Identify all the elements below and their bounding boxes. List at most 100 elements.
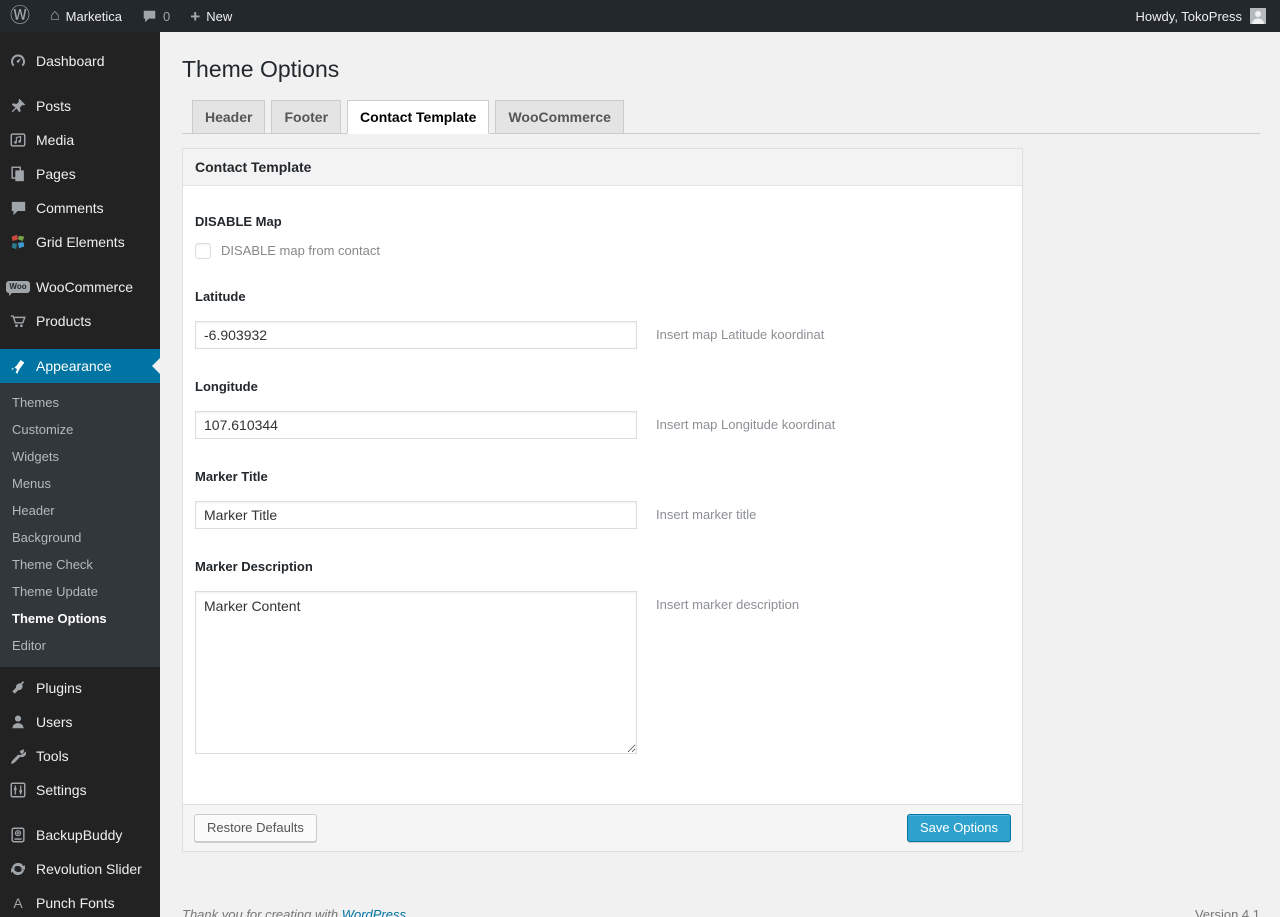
dashboard-icon: [8, 51, 28, 71]
comments-admin-bar-link[interactable]: 0: [132, 0, 180, 32]
cycle-arrows-icon: [8, 859, 28, 879]
sidebar-item-posts[interactable]: Posts: [0, 89, 160, 123]
disable-map-checkbox[interactable]: [195, 242, 211, 259]
submenu-item-customize[interactable]: Customize: [0, 416, 160, 443]
submenu-item-header[interactable]: Header: [0, 497, 160, 524]
sidebar-item-label: Posts: [36, 98, 72, 114]
latitude-label: Latitude: [195, 288, 246, 304]
sidebar-item-label: Settings: [36, 782, 87, 798]
sidebar-item-woocommerce[interactable]: Woo WooCommerce: [0, 270, 160, 304]
restore-defaults-button[interactable]: Restore Defaults: [194, 813, 317, 842]
backupbuddy-icon: [8, 825, 28, 845]
tab-header[interactable]: Header: [192, 99, 266, 134]
admin-sidebar: Dashboard Posts Media Pages Comments Gri…: [0, 32, 160, 917]
marker-description-hint: Insert marker description: [656, 596, 800, 612]
latitude-hint: Insert map Latitude koordinat: [656, 326, 825, 342]
comment-bubble-icon: [142, 10, 157, 23]
submenu-item-themes[interactable]: Themes: [0, 389, 160, 416]
latitude-input[interactable]: [195, 320, 637, 349]
latitude-field: Latitude Insert map Latitude koordinat: [195, 289, 1010, 349]
sidebar-item-label: Dashboard: [36, 53, 105, 69]
cart-icon: [8, 311, 28, 331]
sidebar-item-backupbuddy[interactable]: BackupBuddy: [0, 818, 160, 852]
sidebar-item-label: WooCommerce: [36, 279, 133, 295]
sidebar-item-grid-elements[interactable]: Grid Elements: [0, 225, 160, 259]
sidebar-item-label: Grid Elements: [36, 234, 125, 250]
user-avatar: [1250, 8, 1266, 24]
sidebar-item-label: Products: [36, 313, 92, 329]
comments-icon: [8, 198, 28, 218]
grid-elements-icon: [8, 232, 28, 252]
panel-body: DISABLE Map DISABLE map from contact Lat…: [183, 186, 1022, 804]
longitude-hint: Insert map Longitude koordinat: [656, 416, 836, 432]
sidebar-item-settings[interactable]: Settings: [0, 773, 160, 807]
sidebar-item-label: Comments: [36, 200, 104, 216]
panel-title: Contact Template: [183, 148, 1022, 186]
sidebar-item-tools[interactable]: Tools: [0, 739, 160, 773]
tab-woocommerce[interactable]: WooCommerce: [495, 99, 624, 134]
sidebar-item-users[interactable]: Users: [0, 705, 160, 739]
sidebar-item-media[interactable]: Media: [0, 123, 160, 157]
new-label: New: [206, 8, 233, 24]
disable-map-checkbox-label[interactable]: DISABLE map from contact: [221, 243, 380, 258]
theme-options-tab-bar: Header Footer Contact Template WooCommer…: [182, 99, 1260, 134]
wrench-icon: [8, 746, 28, 766]
marker-title-label: Marker Title: [195, 468, 268, 484]
marker-description-field: Marker Description Marker Content Insert…: [195, 559, 1010, 754]
submenu-item-menus[interactable]: Menus: [0, 470, 160, 497]
submenu-item-theme-check[interactable]: Theme Check: [0, 551, 160, 578]
submenu-item-background[interactable]: Background: [0, 524, 160, 551]
sidebar-item-dashboard[interactable]: Dashboard: [0, 44, 160, 78]
sidebar-item-label: Users: [36, 714, 73, 730]
submenu-item-editor[interactable]: Editor: [0, 632, 160, 659]
version-label: Version 4.1: [1194, 906, 1260, 917]
new-content-menu[interactable]: + New: [180, 0, 242, 32]
disable-map-label: DISABLE Map: [195, 213, 282, 229]
admin-bar: Ⓦ ⌂ Marketica 0 + New Howdy, TokoPress: [0, 0, 1280, 32]
appearance-submenu: Themes Customize Widgets Menus Header Ba…: [0, 383, 160, 667]
pushpin-icon: [8, 96, 28, 116]
sidebar-item-label: BackupBuddy: [36, 827, 123, 843]
site-name-label: Marketica: [65, 8, 123, 24]
marker-title-input[interactable]: [195, 500, 637, 529]
plugin-icon: [8, 678, 28, 698]
sidebar-item-label: Revolution Slider: [36, 861, 142, 877]
marker-title-hint: Insert marker title: [656, 506, 757, 522]
wordpress-logo-menu[interactable]: Ⓦ: [0, 0, 40, 32]
plus-icon: +: [190, 6, 201, 26]
submenu-item-theme-options[interactable]: Theme Options: [0, 605, 160, 632]
sidebar-item-label: Pages: [36, 166, 76, 182]
my-account-menu[interactable]: Howdy, TokoPress: [1136, 0, 1280, 32]
save-options-button[interactable]: Save Options: [906, 813, 1011, 842]
tab-footer[interactable]: Footer: [271, 99, 342, 134]
howdy-label: Howdy, TokoPress: [1135, 8, 1242, 24]
tab-contact-template[interactable]: Contact Template: [347, 99, 490, 134]
sidebar-item-appearance[interactable]: Appearance: [0, 349, 160, 383]
page-footer: Thank you for creating with WordPress. V…: [182, 907, 1260, 917]
main-content: Theme Options Header Footer Contact Temp…: [160, 32, 1280, 917]
site-name-link[interactable]: ⌂ Marketica: [40, 0, 132, 32]
submenu-item-widgets[interactable]: Widgets: [0, 443, 160, 470]
sidebar-item-label: Plugins: [36, 680, 82, 696]
sidebar-item-products[interactable]: Products: [0, 304, 160, 338]
submenu-item-theme-update[interactable]: Theme Update: [0, 578, 160, 605]
sidebar-item-plugins[interactable]: Plugins: [0, 671, 160, 705]
wordpress-link[interactable]: WordPress: [342, 907, 406, 917]
appearance-brush-icon: [8, 356, 28, 376]
sidebar-item-label: Tools: [36, 748, 69, 764]
longitude-field: Longitude Insert map Longitude koordinat: [195, 379, 1010, 439]
marker-title-field: Marker Title Insert marker title: [195, 469, 1010, 529]
sidebar-item-pages[interactable]: Pages: [0, 157, 160, 191]
sidebar-item-label: Punch Fonts: [36, 895, 115, 911]
longitude-label: Longitude: [195, 378, 258, 394]
settings-sliders-icon: [8, 780, 28, 800]
sidebar-item-label: Media: [36, 132, 75, 148]
woocommerce-icon: Woo: [6, 277, 30, 297]
longitude-input[interactable]: [195, 410, 637, 439]
sidebar-item-punch-fonts[interactable]: A Punch Fonts: [0, 886, 160, 917]
comment-count: 0: [163, 8, 171, 24]
sidebar-item-comments[interactable]: Comments: [0, 191, 160, 225]
marker-description-textarea[interactable]: Marker Content: [195, 590, 637, 754]
sidebar-item-revolution-slider[interactable]: Revolution Slider: [0, 852, 160, 886]
media-icon: [8, 130, 28, 150]
